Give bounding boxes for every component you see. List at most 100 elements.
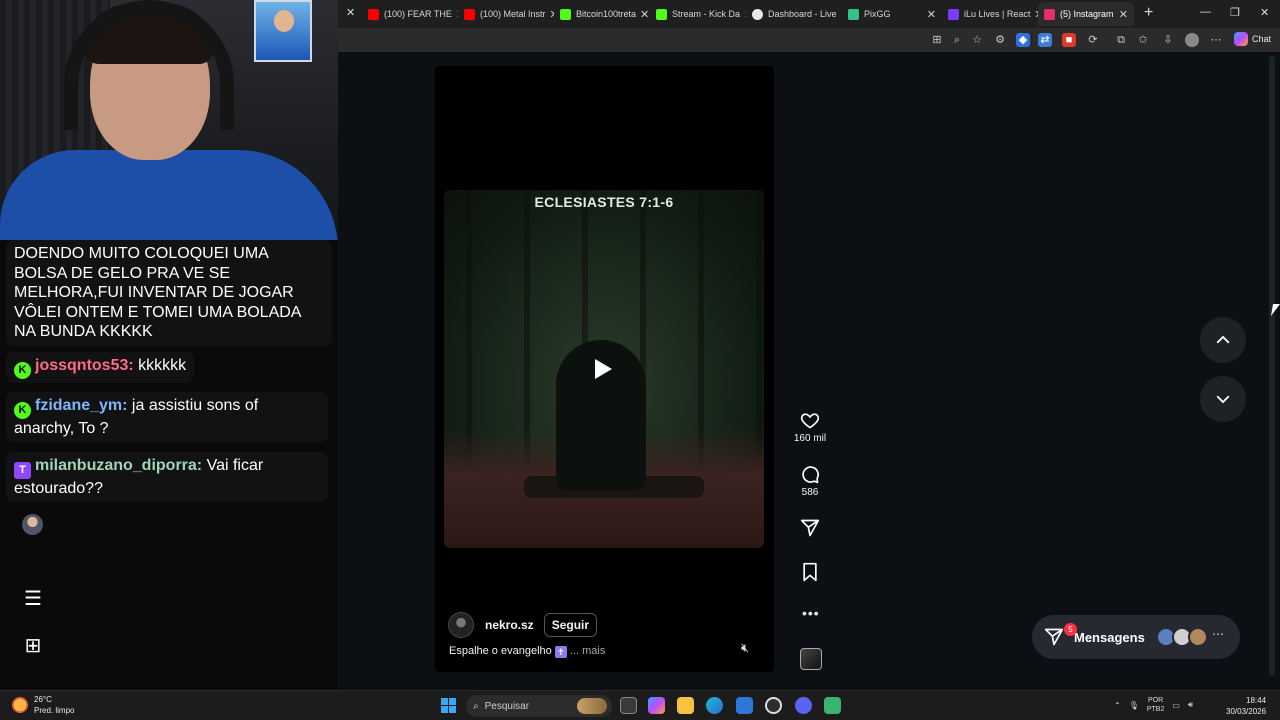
split-screen-icon[interactable]: ⧉	[1114, 33, 1128, 47]
taskbar-search[interactable]: ⌕ Pesquisar	[466, 695, 612, 717]
translate-icon[interactable]: ⇄	[1038, 33, 1052, 47]
app-available-icon[interactable]: ⊞	[930, 33, 944, 47]
more-menu-icon[interactable]: ⋯	[1209, 33, 1223, 47]
edge-icon[interactable]	[706, 697, 723, 714]
zoom-icon[interactable]: ⌕	[950, 33, 964, 47]
minimize-icon[interactable]: —	[1200, 6, 1211, 18]
tab-close-icon[interactable]: ✕	[1030, 8, 1038, 21]
new-tab-icon[interactable]: +	[1144, 4, 1153, 22]
kick-icon	[656, 8, 667, 20]
scrollbar-thumb[interactable]	[1269, 56, 1275, 676]
office-icon[interactable]: ■	[1062, 33, 1076, 47]
tab-bar: ✕ (100) FEAR THE ✕ (100) Metal Instr ✕ B…	[338, 0, 1280, 28]
tab-dashboard[interactable]: Dashboard - Live ✕	[746, 2, 842, 26]
message-avatars: ⋯	[1156, 627, 1224, 647]
menu-icon[interactable]: ☰	[22, 588, 44, 610]
chat-highlight-text: DOENDO MUITO COLOQUEI UMA BOLSA DE GELO …	[14, 245, 301, 340]
tab-pixgg[interactable]: PixGG ✕	[842, 2, 942, 26]
windows-taskbar: 26°C Pred. limpo ⌕ Pesquisar ⌃ 🎙︎ POR PT…	[0, 690, 1280, 720]
chat-username: milanbuzano_diporra:	[35, 457, 203, 474]
tab-youtube-1[interactable]: (100) FEAR THE ✕	[362, 2, 458, 26]
chat-text: kkkkkk	[138, 357, 187, 374]
copilot-icon	[1234, 32, 1248, 46]
copilot-chat-button[interactable]: Chat	[1234, 32, 1271, 46]
comment-icon[interactable]	[800, 464, 820, 484]
task-view-icon[interactable]	[620, 697, 637, 714]
youtube-icon	[368, 8, 379, 20]
refresh-extension-icon[interactable]: ⟳	[1086, 33, 1100, 47]
kick-badge-icon: K	[14, 362, 31, 379]
profile-icon[interactable]	[1185, 33, 1199, 47]
messages-label: Mensagens	[1074, 629, 1145, 645]
save-action[interactable]	[790, 562, 830, 582]
page-scrollbar[interactable]	[1268, 56, 1276, 686]
previous-reel-button[interactable]	[1200, 317, 1246, 363]
steam-icon[interactable]	[765, 697, 782, 714]
browser-toolbar: ⊞ ⌕ ☆ ⚙ ◆ ⇄ ■ ⟳ ⧉ ✩ ⇩ ⋯ Chat	[338, 28, 1280, 52]
tab-instagram[interactable]: (5) Instagram ✕	[1038, 2, 1134, 26]
mute-icon[interactable]: 🔇︎	[741, 640, 749, 656]
search-highlight-image	[577, 698, 607, 714]
tab-close-icon[interactable]: ✕	[1115, 8, 1128, 21]
tab-close-icon[interactable]: ✕	[923, 8, 936, 21]
favorites-icon[interactable]: ✩	[1136, 33, 1150, 47]
tab-youtube-2[interactable]: (100) Metal Instr ✕	[458, 2, 554, 26]
download-icon[interactable]: ⇩	[1161, 33, 1175, 47]
favorite-star-icon[interactable]: ☆	[970, 33, 984, 47]
kick-badge-icon: K	[14, 402, 31, 419]
extension-icon[interactable]: ⚙	[993, 33, 1007, 47]
windows-start-icon[interactable]	[441, 698, 456, 713]
video-title-text: ECLESIASTES 7:1-6	[534, 194, 674, 210]
taskbar-clock[interactable]: 18:44 30/03/2026	[1226, 695, 1266, 717]
share-action[interactable]	[790, 518, 830, 538]
chevron-down-icon	[1216, 395, 1230, 404]
follow-button[interactable]: Seguir	[543, 613, 598, 637]
tray-expand-icon[interactable]: ⌃	[1114, 701, 1121, 710]
youtube-icon	[464, 8, 475, 20]
like-action[interactable]: 160 mil	[790, 410, 830, 444]
microphone-icon[interactable]: 🎙︎	[1129, 701, 1139, 710]
more-options-icon[interactable]: •••	[802, 605, 820, 621]
volume-icon[interactable]: 🔊︎	[1188, 700, 1193, 710]
share-icon[interactable]	[800, 518, 820, 538]
pixgg-icon	[848, 8, 859, 20]
chat-message: Kfzidane_ym: ja assistiu sons of anarchy…	[6, 392, 328, 442]
chat-username: fzidane_ym:	[35, 397, 128, 414]
author-avatar[interactable]	[448, 612, 474, 638]
chevron-up-icon	[1216, 335, 1230, 344]
reel-video[interactable]: ECLESIASTES 7:1-6	[444, 190, 764, 548]
tab-kick-2[interactable]: Stream - Kick Da ✕	[650, 2, 746, 26]
window-close-icon[interactable]: ✕	[1260, 6, 1269, 19]
bookmark-icon[interactable]	[801, 562, 819, 582]
tab-kick-1[interactable]: Bitcoin100treta ✕	[554, 2, 650, 26]
chat-user-avatar[interactable]	[22, 514, 43, 535]
chat-highlight-message: DOENDO MUITO COLOQUEI UMA BOLSA DE GELO …	[6, 240, 332, 346]
copilot-taskbar-icon[interactable]	[648, 697, 665, 714]
caption-more-link[interactable]: ... mais	[570, 645, 605, 657]
file-explorer-icon[interactable]	[677, 697, 694, 714]
webcam-feed	[0, 0, 338, 240]
language-indicator[interactable]: POR PTB2	[1147, 696, 1165, 714]
app-icon[interactable]	[824, 697, 841, 714]
author-username[interactable]: nekro.sz	[485, 618, 534, 632]
like-count: 160 mil	[793, 433, 827, 444]
restore-icon[interactable]: ❐	[1230, 6, 1240, 19]
tab-close-icon[interactable]: ✕	[346, 6, 355, 19]
next-reel-button[interactable]	[1200, 376, 1246, 422]
comment-action[interactable]: 586	[790, 464, 830, 498]
tab-close-icon[interactable]: ✕	[636, 8, 649, 21]
weather-widget[interactable]: 26°C Pred. limpo	[12, 694, 74, 716]
tab-ilu-lives[interactable]: iLu Lives | React ✕	[942, 2, 1038, 26]
grid-apps-icon[interactable]: ⊞	[22, 635, 44, 657]
tab-close-icon[interactable]: ✕	[546, 8, 554, 21]
discord-icon[interactable]	[795, 697, 812, 714]
extension-shield-icon[interactable]: ◆	[1016, 33, 1030, 47]
reel-caption: Espalhe o evangelho ✝ ... mais	[449, 645, 605, 658]
heart-icon[interactable]	[800, 410, 820, 430]
play-icon[interactable]	[595, 359, 612, 379]
network-icon[interactable]: ▭	[1172, 701, 1180, 710]
browser-window: ✕ (100) FEAR THE ✕ (100) Metal Instr ✕ B…	[338, 0, 1280, 690]
messages-button[interactable]: 5 Mensagens ⋯	[1032, 615, 1240, 659]
store-icon[interactable]	[736, 697, 753, 714]
audio-thumbnail[interactable]	[800, 648, 822, 670]
